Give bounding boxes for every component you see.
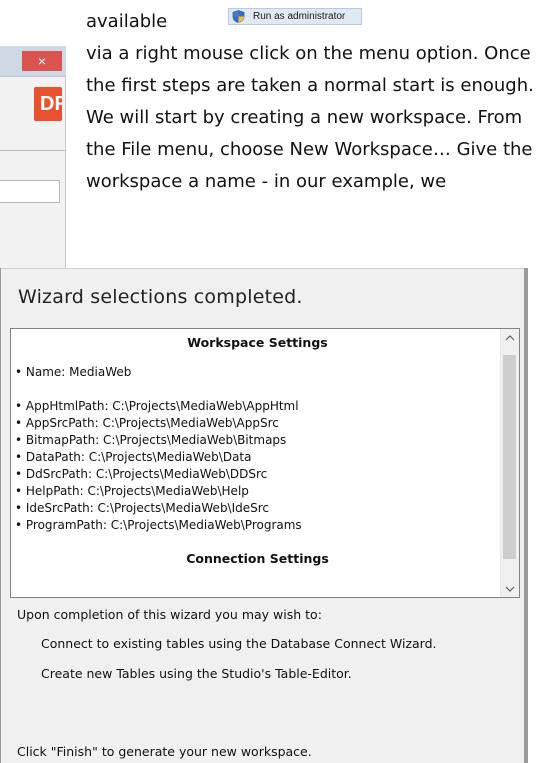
workspace-settings-title: Workspace Settings [187, 335, 328, 350]
path-line: • ProgramPath: C:\Projects\MediaWeb\Prog… [15, 518, 302, 532]
vertical-scrollbar[interactable] [500, 329, 519, 597]
scrollbar-thumb[interactable] [503, 355, 516, 559]
path-line: • IdeSrcPath: C:\Projects\MediaWeb\IdeSr… [15, 501, 270, 515]
uac-shield-icon [232, 10, 245, 23]
upon-completion-text: Upon completion of this wizard you may w… [17, 607, 322, 622]
run-as-administrator-label: Run as administrator [253, 11, 346, 22]
document-paragraph: via a right mouse click on the menu opti… [86, 43, 534, 192]
path-line: • DataPath: C:\Projects\MediaWeb\Data [15, 450, 252, 464]
scroll-down-button[interactable] [501, 580, 519, 597]
table-editor-option: Create new Tables using the Studio's Tab… [41, 666, 352, 681]
database-connect-option: Connect to existing tables using the Dat… [41, 636, 437, 651]
wizard-top-edge [1, 268, 524, 269]
settings-summary-content: Workspace Settings • Name: MediaWeb • Ap… [15, 329, 500, 568]
close-button[interactable]: × [22, 51, 62, 71]
chevron-down-icon [505, 586, 515, 592]
connection-settings-title: Connection Settings [186, 551, 329, 566]
path-line: • DdSrcPath: C:\Projects\MediaWeb\DDSrc [15, 467, 268, 481]
wizard-heading: Wizard selections completed. [18, 286, 303, 308]
background-window: × DF [0, 46, 66, 291]
workspace-name-field[interactable] [0, 180, 60, 203]
path-line: • AppSrcPath: C:\Projects\MediaWeb\AppSr… [15, 416, 279, 430]
settings-summary-box[interactable]: Workspace Settings • Name: MediaWeb • Ap… [10, 328, 520, 598]
scroll-up-button[interactable] [501, 329, 519, 346]
run-as-administrator-menu-item[interactable]: Run as administrator [228, 8, 362, 25]
workspace-name-line: • Name: MediaWeb [15, 365, 132, 379]
chevron-up-icon [505, 334, 515, 340]
path-line: • AppHtmlPath: C:\Projects\MediaWeb\AppH… [15, 399, 299, 413]
document-text: available via a right mouse click on the… [86, 6, 536, 198]
dataflex-logo-icon: DF [34, 87, 62, 121]
path-line: • HelpPath: C:\Projects\MediaWeb\Help [15, 484, 249, 498]
divider [0, 150, 66, 151]
wizard-window: Wizard selections completed. Workspace S… [0, 268, 528, 763]
finish-hint-text: Click "Finish" to generate your new work… [17, 744, 312, 759]
path-line: • BitmapPath: C:\Projects\MediaWeb\Bitma… [15, 433, 287, 447]
